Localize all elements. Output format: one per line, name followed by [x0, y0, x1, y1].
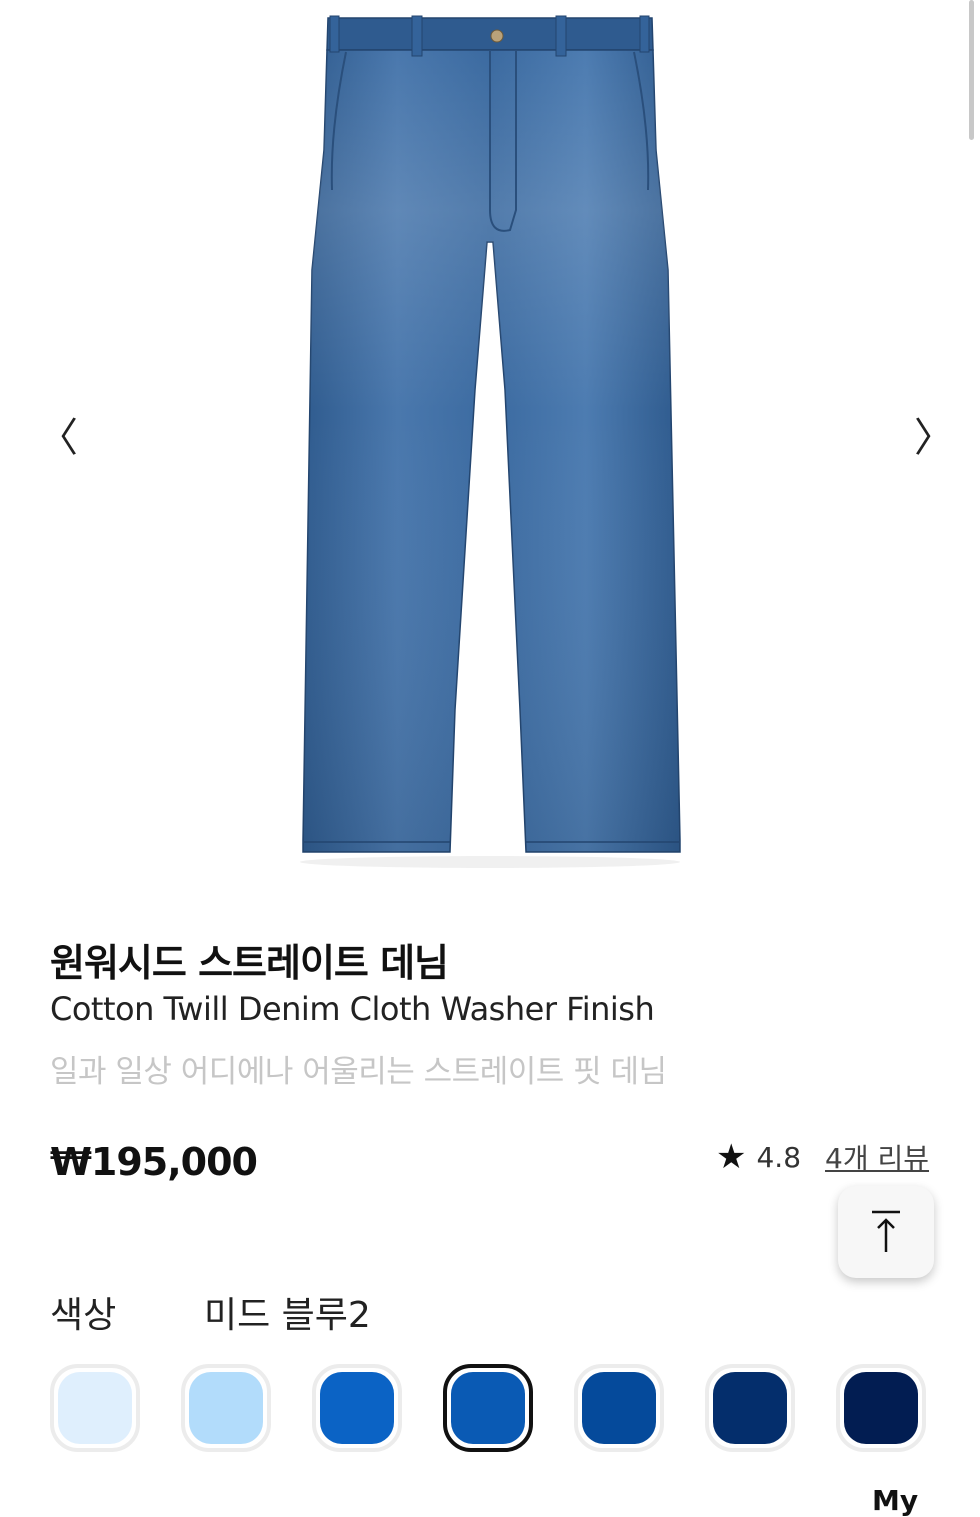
- swatch-fill: [189, 1372, 263, 1444]
- color-label: 색상: [50, 1295, 117, 1336]
- color-swatch-list: [50, 1364, 930, 1454]
- color-swatch[interactable]: [705, 1364, 795, 1452]
- product-price: ₩195,000: [50, 1140, 258, 1184]
- product-description: 일과 일상 어디에나 어울리는 스트레이트 핏 데님: [50, 1054, 667, 1090]
- swatch-fill: [320, 1372, 394, 1444]
- swatch-fill: [582, 1372, 656, 1444]
- swatch-fill: [451, 1372, 525, 1444]
- color-swatch[interactable]: [836, 1364, 926, 1452]
- chevron-left-icon[interactable]: 〈: [38, 418, 78, 458]
- product-title: 원워시드 스트레이트 데님: [50, 941, 449, 985]
- arrow-up-icon: [872, 1210, 900, 1252]
- color-swatch[interactable]: [574, 1364, 664, 1452]
- product-english-name: Cotton Twill Denim Cloth Washer Finish: [50, 990, 655, 1028]
- color-swatch[interactable]: [312, 1364, 402, 1452]
- rating-summary: ★ 4.8 4개 리뷰: [716, 1137, 929, 1177]
- color-swatch[interactable]: [443, 1364, 533, 1452]
- chevron-right-icon[interactable]: 〉: [914, 418, 954, 458]
- next-section-heading-partial: My: [872, 1484, 919, 1517]
- selected-color-name: 미드 블루2: [204, 1295, 371, 1336]
- color-swatch[interactable]: [50, 1364, 140, 1452]
- swatch-fill: [58, 1372, 132, 1444]
- star-icon: ★: [716, 1137, 747, 1177]
- reviews-link[interactable]: 4개 리뷰: [825, 1137, 929, 1177]
- product-image: [300, 15, 681, 868]
- rating-value: 4.8: [756, 1140, 802, 1174]
- scroll-to-top-button[interactable]: [838, 1186, 934, 1278]
- swatch-fill: [713, 1372, 787, 1444]
- swatch-fill: [844, 1372, 918, 1444]
- product-image-gallery: 〈 〉: [0, 0, 980, 900]
- color-swatch[interactable]: [181, 1364, 271, 1452]
